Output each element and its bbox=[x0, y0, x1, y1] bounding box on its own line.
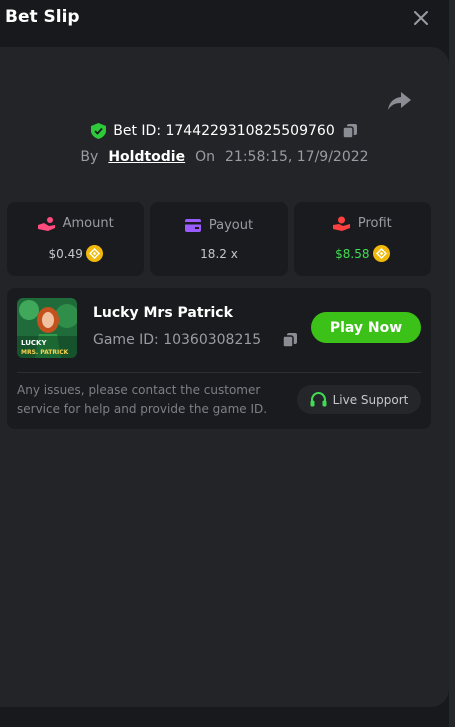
payout-label: Payout bbox=[208, 217, 254, 233]
profit-value: $8.58 bbox=[335, 246, 370, 261]
support-note: Any issues, please contact the customer … bbox=[17, 383, 268, 416]
window-edge bbox=[449, 0, 455, 727]
close-icon bbox=[414, 11, 428, 25]
page-title: Bet Slip bbox=[5, 7, 80, 27]
bet-id-row: Bet ID: 1744229310825509760 bbox=[0, 120, 449, 142]
share-button[interactable] bbox=[385, 90, 413, 112]
hand-coins-icon bbox=[37, 217, 55, 231]
payout-value: 18.2 x bbox=[200, 246, 238, 261]
headset-icon bbox=[310, 391, 327, 406]
amount-stat: Amount $0.49 bbox=[7, 202, 145, 276]
thumbnail-title-line-1: LUCKY bbox=[21, 339, 47, 347]
copy-bet-id-icon[interactable] bbox=[341, 123, 358, 139]
on-label: On bbox=[195, 149, 215, 165]
game-name[interactable]: Lucky Mrs Patrick bbox=[93, 305, 233, 321]
game-card: LUCKY MRS. PATRICK Lucky Mrs Patrick Gam… bbox=[7, 288, 431, 429]
by-label: By bbox=[80, 149, 99, 165]
copy-game-id-button[interactable] bbox=[282, 332, 300, 350]
amount-value: $0.49 bbox=[48, 246, 83, 261]
play-now-button[interactable]: Play Now bbox=[311, 312, 421, 343]
payout-stat: Payout 18.2 x bbox=[150, 202, 288, 276]
bet-stats: Amount $0.49 Payout 18.2 x Profit $8.58 bbox=[7, 202, 431, 276]
thumbnail-title-line-2: MRS. PATRICK bbox=[21, 349, 69, 356]
copy-icon bbox=[282, 333, 297, 348]
bet-slip-header: Bet Slip bbox=[0, 0, 455, 40]
profit-stat: Profit $8.58 bbox=[293, 202, 431, 276]
bet-meta-row: By Holdtodie On 21:58:15, 17/9/2022 bbox=[0, 147, 449, 167]
live-support-button[interactable]: Live Support bbox=[297, 385, 421, 414]
share-icon bbox=[388, 92, 411, 110]
profit-hand-icon bbox=[332, 216, 350, 231]
divider bbox=[17, 372, 421, 373]
shield-check-icon bbox=[91, 123, 107, 139]
bet-id: Bet ID: 1744229310825509760 bbox=[113, 123, 335, 139]
game-thumbnail[interactable]: LUCKY MRS. PATRICK bbox=[17, 298, 77, 358]
bnb-coin-icon bbox=[372, 245, 390, 262]
game-id: Game ID: 10360308215 bbox=[93, 332, 262, 348]
profit-label: Profit bbox=[357, 216, 392, 231]
live-support-label: Live Support bbox=[332, 392, 409, 407]
username-link[interactable]: Holdtodie bbox=[108, 149, 185, 165]
bet-datetime: 21:58:15, 17/9/2022 bbox=[225, 149, 369, 165]
wallet-icon bbox=[184, 218, 201, 232]
close-button[interactable] bbox=[409, 6, 433, 30]
bnb-coin-icon bbox=[85, 245, 103, 262]
amount-label: Amount bbox=[62, 216, 114, 231]
